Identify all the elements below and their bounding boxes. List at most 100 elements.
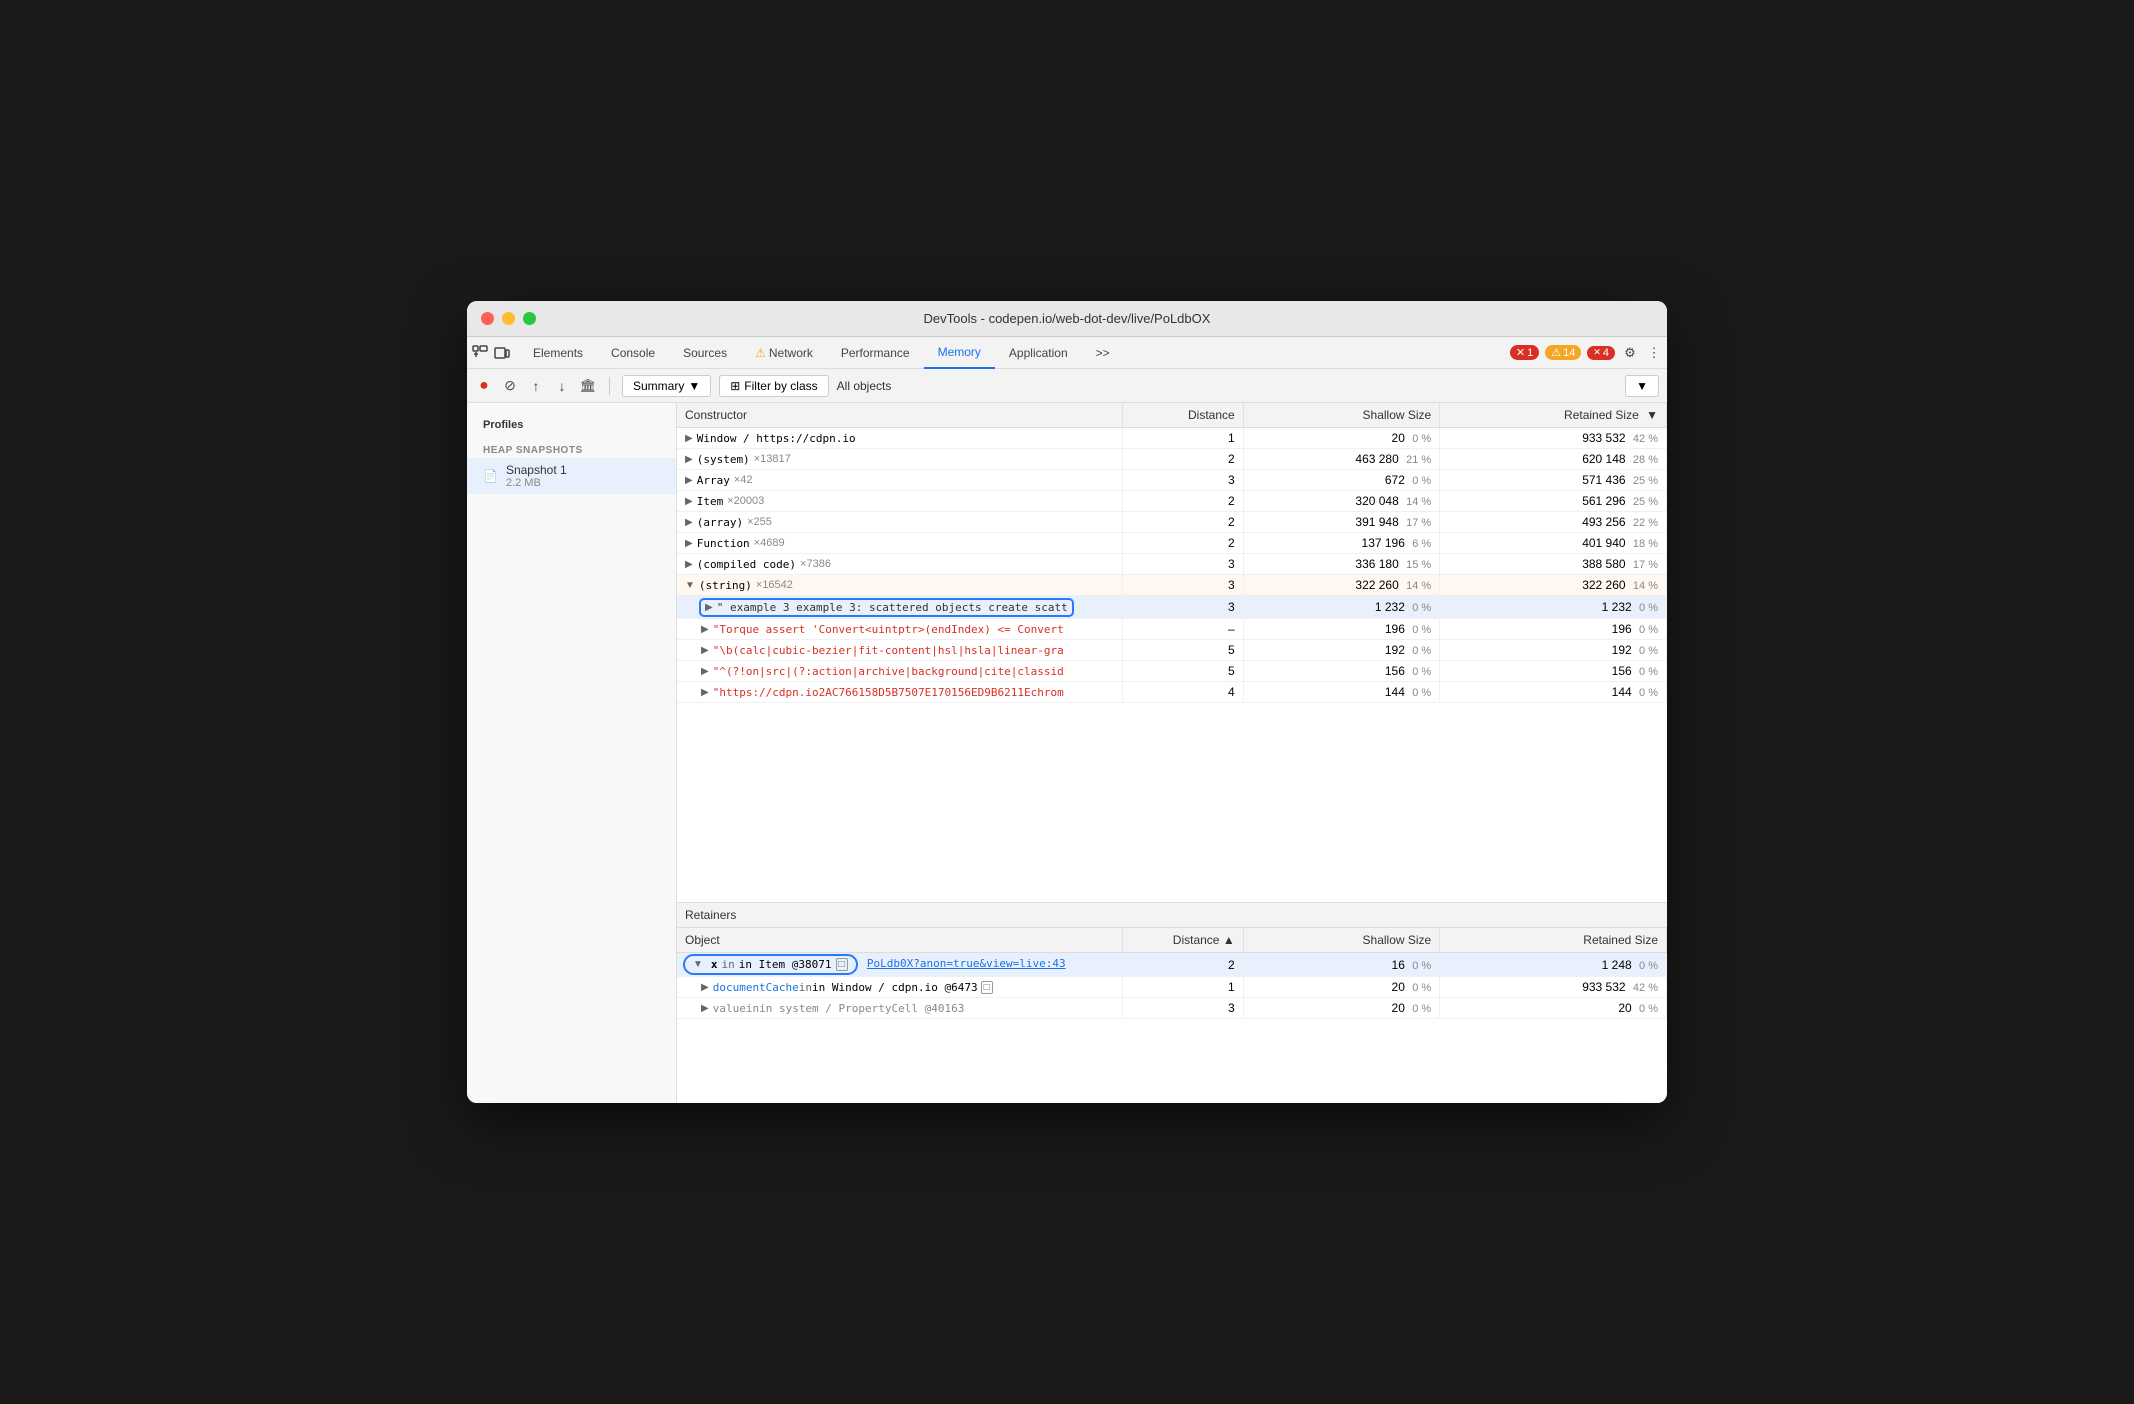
expand-icon[interactable]: [685, 454, 693, 465]
sort-asc-icon: ▲: [1223, 933, 1235, 947]
retainer-row[interactable]: value in in system / PropertyCell @40163…: [677, 998, 1667, 1019]
constructor-header[interactable]: Constructor: [677, 403, 1122, 428]
tab-performance[interactable]: Performance: [827, 337, 924, 369]
retainers-shallow-header[interactable]: Shallow Size: [1243, 928, 1440, 953]
status-badges: ✕ 1 ⚠ 14 ✕ 4 ⚙ ⋮: [1510, 344, 1663, 362]
table-row[interactable]: Array ×42 3 672 0 % 571: [677, 470, 1667, 491]
device-toolbar-icon[interactable]: [493, 344, 511, 362]
distance-header[interactable]: Distance: [1122, 403, 1243, 428]
info-icon: ✕: [1593, 347, 1601, 358]
expand-icon[interactable]: [685, 517, 693, 528]
constructor-cell: "^(?!on|src|(?:action|archive|background…: [677, 661, 1122, 682]
constructor-cell: (compiled code) ×7386: [677, 554, 1122, 575]
retainers-retained-header[interactable]: Retained Size: [1440, 928, 1667, 953]
retainer-row-selected[interactable]: x in in Item @38071 □ PoLdb0X?anon=true&…: [677, 953, 1667, 977]
tab-memory[interactable]: Memory: [924, 337, 995, 369]
table-row[interactable]: (array) ×255 2 391 948 17 %: [677, 512, 1667, 533]
retainer-object-cell: value in in system / PropertyCell @40163: [677, 998, 1122, 1019]
retainers-table: Object Distance ▲ Shallow Size Retained …: [677, 928, 1667, 1019]
table-row[interactable]: "Torque assert 'Convert<uintptr>(endInde…: [677, 619, 1667, 640]
table-row[interactable]: (compiled code) ×7386 3 336 180 15 %: [677, 554, 1667, 575]
table-row[interactable]: (system) ×13817 2 463 280 21 %: [677, 449, 1667, 470]
tab-more[interactable]: >>: [1082, 337, 1124, 369]
window-icon: □: [981, 981, 993, 994]
close-button[interactable]: [481, 312, 494, 325]
summary-dropdown[interactable]: Summary ▼: [622, 375, 711, 397]
tab-elements[interactable]: Elements: [519, 337, 597, 369]
download-icon[interactable]: ↓: [553, 377, 571, 395]
expand-icon[interactable]: [685, 433, 693, 444]
info-badge[interactable]: ✕ 4: [1587, 346, 1615, 360]
toolbar-separator: [609, 377, 610, 395]
table-row[interactable]: Item ×20003 2 320 048 14 %: [677, 491, 1667, 512]
record-icon[interactable]: ●: [475, 377, 493, 395]
constructor-cell: "Torque assert 'Convert<uintptr>(endInde…: [677, 619, 1122, 640]
table-row[interactable]: "^(?!on|src|(?:action|archive|background…: [677, 661, 1667, 682]
constructor-cell: " example 3 example 3: scattered objects…: [677, 596, 1122, 619]
devtools-body: Elements Console Sources ⚠ Network Perfo…: [467, 337, 1667, 1103]
snapshot-icon: 📄: [483, 469, 498, 483]
retainer-row[interactable]: documentCache in in Window / cdpn.io @64…: [677, 977, 1667, 998]
titlebar: DevTools - codepen.io/web-dot-dev/live/P…: [467, 301, 1667, 337]
snapshot-item[interactable]: 📄 Snapshot 1 2.2 MB: [467, 458, 676, 494]
table-row[interactable]: Window / https://cdpn.io 1 20 0 % 933 53…: [677, 428, 1667, 449]
heap-table[interactable]: Constructor Distance Shallow Size Retain…: [677, 403, 1667, 903]
inspect-icon[interactable]: [471, 344, 489, 362]
settings-icon[interactable]: ⚙: [1621, 344, 1639, 362]
main-content: Profiles HEAP SNAPSHOTS 📄 Snapshot 1 2.2…: [467, 403, 1667, 1103]
tab-application[interactable]: Application: [995, 337, 1082, 369]
error-icon: ✕: [1516, 346, 1525, 359]
all-objects-dropdown[interactable]: ▼: [1625, 375, 1659, 397]
table-row[interactable]: (string) ×16542 3 322 260 14 %: [677, 575, 1667, 596]
retainer-link[interactable]: PoLdb0X?anon=true&view=live:43: [867, 957, 1066, 970]
retainers-table-body: x in in Item @38071 □ PoLdb0X?anon=true&…: [677, 953, 1667, 1019]
expand-icon[interactable]: [701, 666, 709, 677]
snapshot-name: Snapshot 1: [506, 463, 567, 477]
network-warning-icon: ⚠: [755, 346, 766, 360]
expand-icon[interactable]: [693, 959, 703, 970]
upload-icon[interactable]: ↑: [527, 377, 545, 395]
clear-icon[interactable]: 🏛: [579, 377, 597, 395]
retained-size-header[interactable]: Retained Size ▼: [1440, 403, 1667, 428]
more-options-icon[interactable]: ⋮: [1645, 344, 1663, 362]
expand-icon[interactable]: [705, 602, 713, 613]
object-header[interactable]: Object: [677, 928, 1122, 953]
retained-cell: 620 148 28 %: [1440, 449, 1667, 470]
maximize-button[interactable]: [523, 312, 536, 325]
retainers-distance-header[interactable]: Distance ▲: [1122, 928, 1243, 953]
tab-console[interactable]: Console: [597, 337, 669, 369]
table-row-selected[interactable]: " example 3 example 3: scattered objects…: [677, 596, 1667, 619]
expand-icon[interactable]: [685, 475, 693, 486]
distance-cell: 2: [1122, 449, 1243, 470]
expand-icon[interactable]: [701, 687, 709, 698]
expand-icon[interactable]: [685, 559, 693, 570]
expand-icon[interactable]: [685, 580, 695, 591]
snapshot-info: Snapshot 1 2.2 MB: [506, 463, 567, 489]
table-row[interactable]: Function ×4689 2 137 196 6 %: [677, 533, 1667, 554]
sidebar: Profiles HEAP SNAPSHOTS 📄 Snapshot 1 2.2…: [467, 403, 677, 1103]
retainer-object-cell: documentCache in in Window / cdpn.io @64…: [677, 977, 1122, 998]
stop-icon[interactable]: ⊘: [501, 377, 519, 395]
expand-icon[interactable]: [685, 538, 693, 549]
filter-by-class-button[interactable]: ⊞ Filter by class: [719, 375, 828, 397]
expand-icon[interactable]: [701, 1003, 709, 1014]
tab-network[interactable]: ⚠ Network: [741, 337, 827, 369]
minimize-button[interactable]: [502, 312, 515, 325]
error-badge[interactable]: ✕ 1: [1510, 345, 1539, 360]
warning-badge[interactable]: ⚠ 14: [1545, 345, 1581, 360]
table-row[interactable]: "\b(calc|cubic-bezier|fit-content|hsl|hs…: [677, 640, 1667, 661]
table-row[interactable]: "https://cdpn.io2AC766158D5B7507E170156E…: [677, 682, 1667, 703]
expand-icon[interactable]: [701, 645, 709, 656]
shallow-cell: 463 280 21 %: [1243, 449, 1440, 470]
content-area: Constructor Distance Shallow Size Retain…: [677, 403, 1667, 1103]
expand-icon[interactable]: [701, 982, 709, 993]
secondary-toolbar: ● ⊘ ↑ ↓ 🏛 Summary ▼ ⊞ Filter by class Al…: [467, 369, 1667, 403]
shallow-size-header[interactable]: Shallow Size: [1243, 403, 1440, 428]
expand-icon[interactable]: [701, 624, 709, 635]
retainers-table-header: Object Distance ▲ Shallow Size Retained …: [677, 928, 1667, 953]
tab-sources[interactable]: Sources: [669, 337, 741, 369]
constructor-cell: Item ×20003: [677, 491, 1122, 512]
sort-desc-icon: ▼: [1646, 408, 1658, 422]
expand-icon[interactable]: [685, 496, 693, 507]
retainers-header: Retainers: [677, 903, 1667, 928]
